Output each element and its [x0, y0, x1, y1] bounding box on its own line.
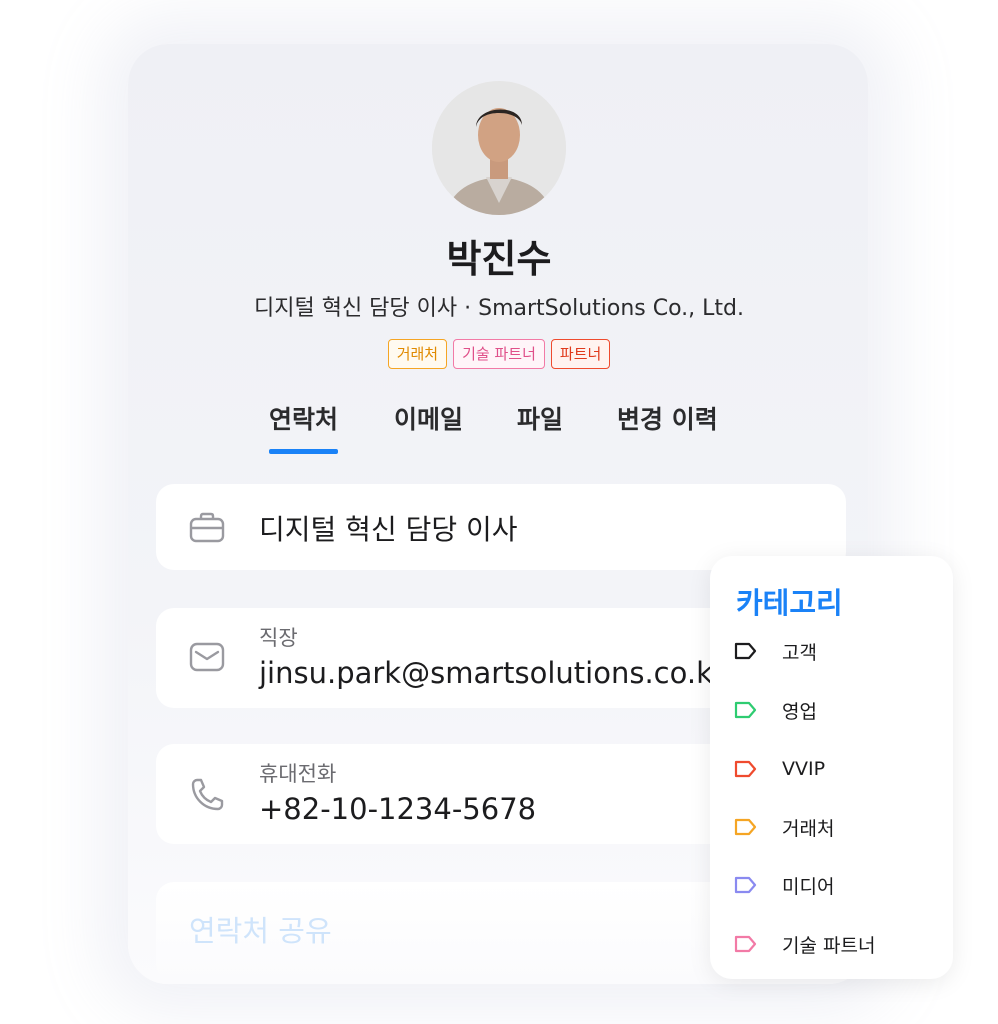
- job-title-text: 디지털 혁신 담당 이사: [259, 513, 518, 546]
- tag-icon: [734, 642, 757, 660]
- mail-icon: [188, 641, 226, 677]
- avatar: [432, 81, 566, 215]
- tab-contacts[interactable]: 연락처: [269, 400, 339, 454]
- category-label: 미디어: [782, 875, 835, 898]
- tag-icon: [734, 701, 757, 719]
- tag-icon: [734, 935, 757, 953]
- category-label: 거래처: [782, 817, 835, 840]
- tag-list: 거래처 기술 파트너 파트너: [0, 339, 998, 369]
- tag-badge-client[interactable]: 거래처: [387, 339, 448, 369]
- person-photo-icon: [432, 81, 566, 215]
- tag-icon: [734, 876, 757, 894]
- email-value[interactable]: jinsu.park@smartsolutions.co.kr: [259, 656, 725, 690]
- category-label: 고객: [782, 641, 817, 664]
- tab-history[interactable]: 변경 이력: [617, 400, 718, 454]
- share-contact-button[interactable]: 연락처 공유: [156, 882, 756, 982]
- category-label: 영업: [782, 700, 817, 723]
- briefcase-icon: [188, 511, 226, 549]
- category-item-customer[interactable]: 고객: [734, 636, 817, 666]
- category-label: 기술 파트너: [782, 934, 876, 957]
- category-item-media[interactable]: 미디어: [734, 870, 834, 900]
- tab-files[interactable]: 파일: [517, 400, 563, 454]
- tag-badge-tech-partner[interactable]: 기술 파트너: [453, 339, 545, 369]
- tag-badge-partner[interactable]: 파트너: [550, 339, 611, 369]
- tag-icon: [734, 818, 757, 836]
- category-title: 카테고리: [736, 586, 843, 620]
- category-item-client[interactable]: 거래처: [734, 812, 834, 842]
- phone-label: 휴대전화: [259, 762, 337, 786]
- phone-icon: [188, 776, 226, 818]
- tab-bar: 연락처 이메일 파일 변경 이력: [269, 400, 718, 454]
- tag-icon: [734, 760, 757, 778]
- category-item-sales[interactable]: 영업: [734, 695, 817, 725]
- category-label: VVIP: [782, 758, 826, 780]
- category-panel: 카테고리 고객 영업 VVIP 거래처 미디어 기술 파트너: [710, 556, 953, 979]
- email-label: 직장: [259, 626, 298, 650]
- category-item-vvip[interactable]: VVIP: [734, 754, 825, 784]
- category-item-tech-partner[interactable]: 기술 파트너: [734, 929, 875, 959]
- phone-value[interactable]: +82-10-1234-5678: [259, 792, 536, 826]
- contact-name: 박진수: [446, 237, 552, 281]
- tab-email[interactable]: 이메일: [394, 400, 463, 454]
- contact-subtitle: 디지털 혁신 담당 이사 · SmartSolutions Co., Ltd.: [254, 296, 744, 321]
- share-contact-label: 연락처 공유: [189, 914, 332, 948]
